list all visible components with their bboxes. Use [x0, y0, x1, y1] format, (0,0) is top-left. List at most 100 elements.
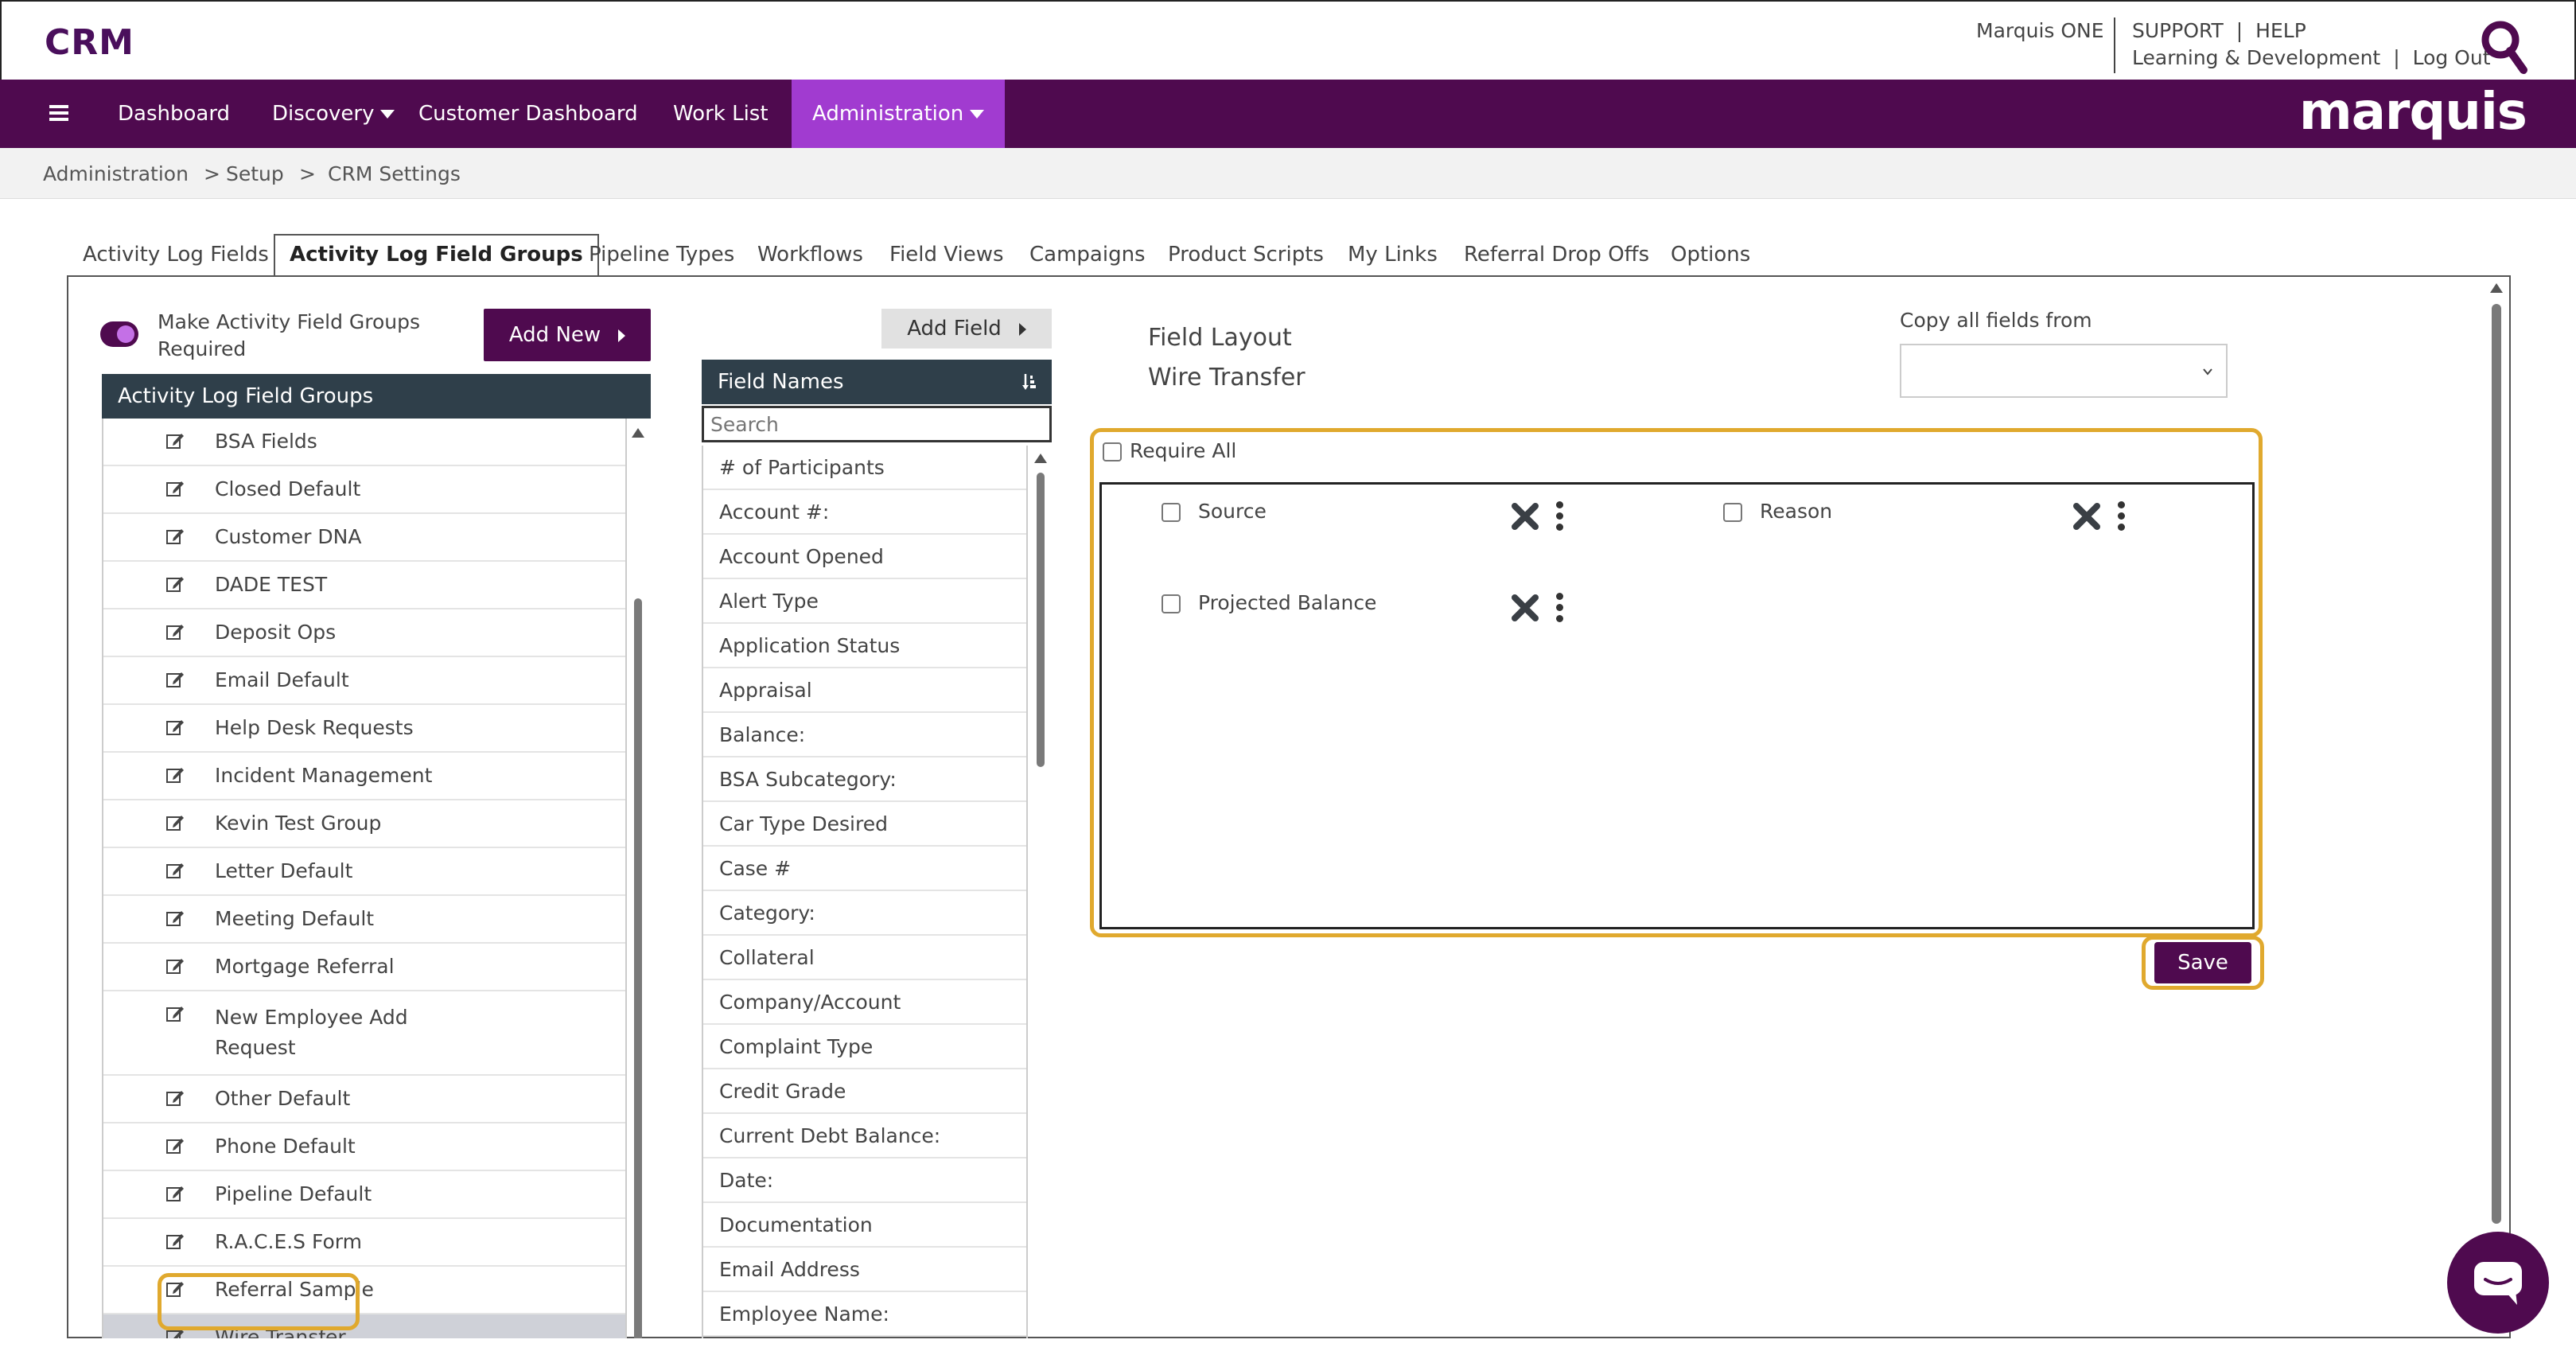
groups-scrollbar[interactable]: [628, 423, 648, 1338]
add-new-button[interactable]: Add New: [484, 309, 651, 361]
close-icon[interactable]: [1512, 503, 1539, 530]
field-list-item[interactable]: Car Type Desired: [703, 802, 1026, 847]
learning-link[interactable]: Learning & Development: [2132, 46, 2380, 69]
fields-scrollbar[interactable]: [1031, 450, 1050, 769]
tab-activity-log-fields[interactable]: Activity Log Fields: [83, 236, 269, 277]
field-list-item[interactable]: Balance:: [703, 713, 1026, 757]
more-options-icon[interactable]: [1556, 593, 1566, 625]
group-list-item[interactable]: DADE TEST: [103, 562, 625, 609]
group-list-item[interactable]: Pipeline Default: [103, 1171, 625, 1219]
edit-icon[interactable]: [165, 574, 185, 594]
sort-icon[interactable]: [1021, 372, 1037, 391]
group-list-item[interactable]: Incident Management: [103, 753, 625, 800]
close-icon[interactable]: [1512, 594, 1539, 621]
checkbox[interactable]: [1723, 503, 1742, 522]
field-list-item[interactable]: BSA Subcategory:: [703, 757, 1026, 802]
nav-discovery[interactable]: Discovery: [272, 80, 395, 148]
tab-referral-drop-offs[interactable]: Referral Drop Offs: [1464, 236, 1649, 277]
required-toggle[interactable]: [100, 321, 138, 347]
tab-field-views[interactable]: Field Views: [889, 236, 1004, 277]
group-list-item[interactable]: Phone Default: [103, 1123, 625, 1171]
edit-icon[interactable]: [165, 813, 185, 832]
edit-icon[interactable]: [165, 861, 185, 880]
more-options-icon[interactable]: [2118, 501, 2127, 533]
field-list-item[interactable]: Credit Grade: [703, 1069, 1026, 1114]
group-list-item[interactable]: New Employee Add Request: [103, 991, 625, 1076]
field-list-item[interactable]: Account Opened: [703, 535, 1026, 579]
tab-pipeline-types[interactable]: Pipeline Types: [589, 236, 734, 277]
field-list-item[interactable]: Case #: [703, 847, 1026, 891]
checkbox[interactable]: [1162, 594, 1181, 613]
group-list-item[interactable]: BSA Fields: [103, 419, 625, 466]
add-field-button[interactable]: Add Field: [881, 309, 1052, 349]
field-list-item[interactable]: Documentation: [703, 1203, 1026, 1248]
breadcrumb-administration[interactable]: Administration: [43, 162, 189, 185]
layout-field-reason[interactable]: Reason: [1723, 500, 1832, 523]
group-list-item[interactable]: Other Default: [103, 1076, 625, 1123]
edit-icon[interactable]: [165, 1136, 185, 1155]
chat-button[interactable]: [2447, 1232, 2549, 1334]
tab-workflows[interactable]: Workflows: [757, 236, 863, 277]
group-list-item[interactable]: R.A.C.E.S Form: [103, 1219, 625, 1267]
field-list-item[interactable]: Date:: [703, 1158, 1026, 1203]
group-list-item[interactable]: Meeting Default: [103, 896, 625, 944]
tab-activity-log-field-groups[interactable]: Activity Log Field Groups: [274, 234, 599, 277]
edit-icon[interactable]: [165, 1088, 185, 1108]
edit-icon[interactable]: [165, 1004, 185, 1023]
tab-campaigns[interactable]: Campaigns: [1029, 236, 1146, 277]
tab-product-scripts[interactable]: Product Scripts: [1168, 236, 1324, 277]
field-list-item[interactable]: Current Debt Balance:: [703, 1114, 1026, 1158]
layout-field-source[interactable]: Source: [1162, 500, 1267, 523]
group-list-item[interactable]: Customer DNA: [103, 514, 625, 562]
edit-icon[interactable]: [165, 718, 185, 737]
field-list-item[interactable]: Application Status: [703, 624, 1026, 668]
field-list-item[interactable]: Email Address: [703, 1248, 1026, 1292]
edit-icon[interactable]: [165, 1184, 185, 1203]
nav-dashboard[interactable]: Dashboard: [118, 80, 230, 148]
require-all-checkbox[interactable]: Require All: [1103, 439, 1236, 462]
field-list-item[interactable]: # of Participants: [703, 446, 1026, 490]
edit-icon[interactable]: [165, 670, 185, 689]
nav-work-list[interactable]: Work List: [673, 80, 769, 148]
breadcrumb-setup[interactable]: Setup: [226, 162, 284, 185]
field-list-item[interactable]: Alert Type: [703, 579, 1026, 624]
group-list-item[interactable]: Mortgage Referral: [103, 944, 625, 991]
edit-icon[interactable]: [165, 956, 185, 975]
edit-icon[interactable]: [165, 622, 185, 641]
field-list-item[interactable]: Collateral: [703, 936, 1026, 980]
edit-icon[interactable]: [165, 479, 185, 498]
edit-icon[interactable]: [165, 1232, 185, 1251]
support-link[interactable]: SUPPORT: [2132, 19, 2224, 42]
save-button[interactable]: Save: [2154, 942, 2251, 983]
close-icon[interactable]: [2073, 503, 2100, 530]
group-list-item[interactable]: Kevin Test Group: [103, 800, 625, 848]
search-icon[interactable]: [2480, 19, 2527, 75]
edit-icon[interactable]: [165, 527, 185, 546]
layout-field-projected-balance[interactable]: Projected Balance: [1162, 591, 1376, 614]
menu-icon[interactable]: [49, 105, 68, 121]
edit-icon[interactable]: [165, 765, 185, 785]
field-list-item[interactable]: Complaint Type: [703, 1025, 1026, 1069]
page-scrollbar[interactable]: [2487, 282, 2506, 1332]
field-search-input[interactable]: [702, 406, 1052, 442]
tab-options[interactable]: Options: [1671, 236, 1750, 277]
checkbox[interactable]: [1162, 503, 1181, 522]
field-list-item[interactable]: Employee Name:: [703, 1292, 1026, 1337]
logout-link[interactable]: Log Out: [2413, 46, 2491, 69]
more-options-icon[interactable]: [1556, 501, 1566, 533]
copy-fields-select[interactable]: [1900, 344, 2228, 398]
nav-customer-dashboard[interactable]: Customer Dashboard: [418, 80, 638, 148]
edit-icon[interactable]: [165, 431, 185, 450]
marquis-one-link[interactable]: Marquis ONE: [1976, 19, 2104, 42]
group-list-item[interactable]: Help Desk Requests: [103, 705, 625, 753]
nav-administration[interactable]: Administration: [792, 80, 1006, 148]
field-list-item[interactable]: Company/Account: [703, 980, 1026, 1025]
group-list-item[interactable]: Closed Default: [103, 466, 625, 514]
field-list-item[interactable]: Account #:: [703, 490, 1026, 535]
group-list-item[interactable]: Letter Default: [103, 848, 625, 896]
field-list-item[interactable]: Category:: [703, 891, 1026, 936]
group-list-item[interactable]: Deposit Ops: [103, 609, 625, 657]
help-link[interactable]: HELP: [2255, 19, 2306, 42]
field-list-item[interactable]: Appraisal: [703, 668, 1026, 713]
edit-icon[interactable]: [165, 909, 185, 928]
